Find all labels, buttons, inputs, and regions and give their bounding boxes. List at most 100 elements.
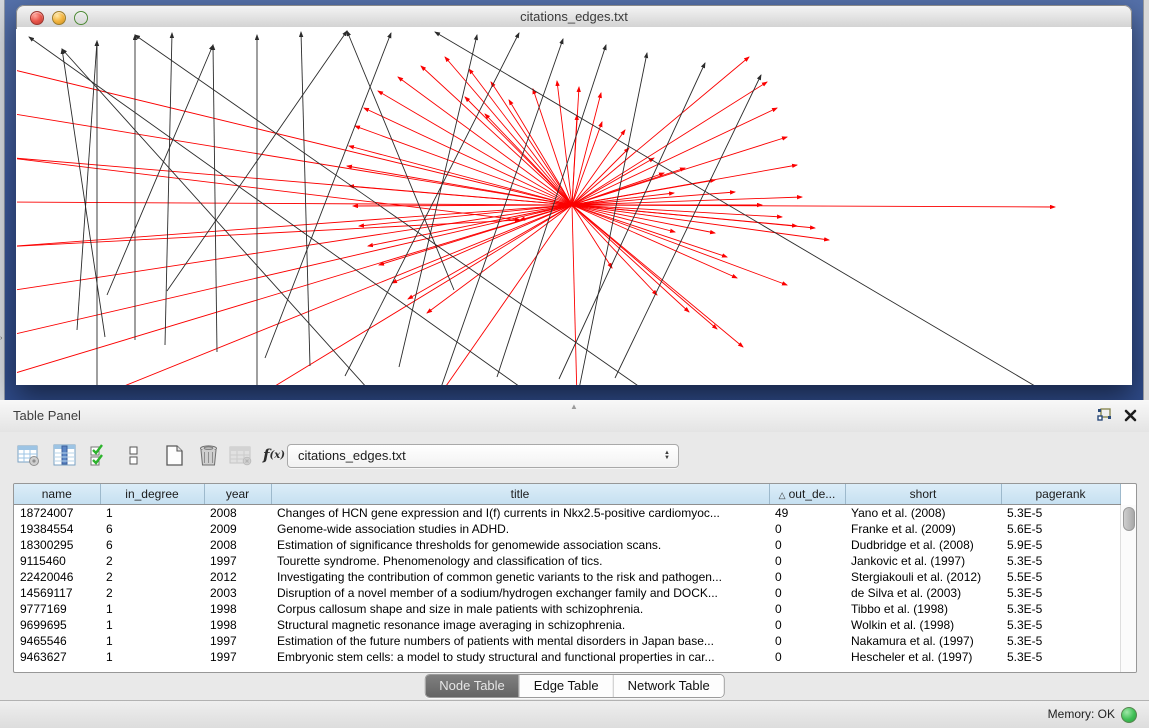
table-panel-header[interactable]: ▲ Table Panel xyxy=(0,400,1149,433)
table-cell[interactable]: 2 xyxy=(100,553,204,569)
float-panel-icon[interactable] xyxy=(1097,408,1112,427)
column-header[interactable]: in_degree xyxy=(100,484,204,505)
network-canvas[interactable] xyxy=(17,27,1131,385)
table-row[interactable]: 946362711997Embryonic stem cells: a mode… xyxy=(14,649,1120,665)
table-cell[interactable]: Corpus callosum shape and size in male p… xyxy=(271,601,769,617)
table-cell[interactable]: Structural magnetic resonance image aver… xyxy=(271,617,769,633)
table-cell[interactable]: 1 xyxy=(100,601,204,617)
table-cell[interactable]: 5.6E-5 xyxy=(1001,521,1120,537)
table-settings-icon[interactable] xyxy=(16,443,40,467)
table-cell[interactable]: 9699695 xyxy=(14,617,100,633)
table-cell[interactable]: Tourette syndrome. Phenomenology and cla… xyxy=(271,553,769,569)
column-header[interactable]: year xyxy=(204,484,271,505)
table-cell[interactable]: Dudbridge et al. (2008) xyxy=(845,537,1001,553)
table-cell[interactable]: 0 xyxy=(769,633,845,649)
column-header[interactable]: title xyxy=(271,484,769,505)
table-cell[interactable]: 1 xyxy=(100,649,204,665)
table-cell[interactable]: Changes of HCN gene expression and I(f) … xyxy=(271,505,769,522)
table-row[interactable]: 1872400712008Changes of HCN gene express… xyxy=(14,505,1120,522)
table-row[interactable]: 1830029562008Estimation of significance … xyxy=(14,537,1120,553)
table-cell[interactable]: 1997 xyxy=(204,633,271,649)
table-row[interactable]: 1938455462009Genome-wide association stu… xyxy=(14,521,1120,537)
splitter-grip-icon[interactable]: ▲ xyxy=(570,402,578,411)
table-cell[interactable]: Nakamura et al. (1997) xyxy=(845,633,1001,649)
table-cell[interactable]: Stergiakouli et al. (2012) xyxy=(845,569,1001,585)
table-header-row[interactable]: namein_degreeyeartitle△out_de...shortpag… xyxy=(14,484,1120,505)
delete-table-trash-icon[interactable] xyxy=(196,443,220,467)
table-cell[interactable]: 14569117 xyxy=(14,585,100,601)
table-cell[interactable]: Genome-wide association studies in ADHD. xyxy=(271,521,769,537)
table-cell[interactable]: 19384554 xyxy=(14,521,100,537)
table-cell[interactable]: 18300295 xyxy=(14,537,100,553)
table-cell[interactable]: 9115460 xyxy=(14,553,100,569)
table-cell[interactable]: 5.3E-5 xyxy=(1001,505,1120,522)
table-cell[interactable]: 0 xyxy=(769,521,845,537)
table-cell[interactable]: 0 xyxy=(769,569,845,585)
table-cell[interactable]: Wolkin et al. (1998) xyxy=(845,617,1001,633)
table-cell[interactable]: 5.3E-5 xyxy=(1001,601,1120,617)
table-cell[interactable]: Estimation of significance thresholds fo… xyxy=(271,537,769,553)
unselect-all-icon[interactable] xyxy=(122,443,146,467)
table-cell[interactable]: Tibbo et al. (1998) xyxy=(845,601,1001,617)
table-cell[interactable]: 0 xyxy=(769,649,845,665)
table-cell[interactable]: 0 xyxy=(769,553,845,569)
tab-node-table[interactable]: Node Table xyxy=(425,675,519,697)
table-cell[interactable]: Hescheler et al. (1997) xyxy=(845,649,1001,665)
network-window-titlebar[interactable]: citations_edges.txt xyxy=(16,5,1132,29)
table-cell[interactable]: Estimation of the future numbers of pati… xyxy=(271,633,769,649)
table-selector-dropdown[interactable]: citations_edges.txt ▲▼ xyxy=(287,444,679,468)
table-scrollbar-thumb[interactable] xyxy=(1123,507,1135,531)
table-cell[interactable]: 2008 xyxy=(204,505,271,522)
column-settings-icon[interactable] xyxy=(52,443,76,467)
close-panel-icon[interactable] xyxy=(1124,409,1137,427)
table-cell[interactable]: 2012 xyxy=(204,569,271,585)
table-cell[interactable]: 5.5E-5 xyxy=(1001,569,1120,585)
table-cell[interactable]: 1998 xyxy=(204,601,271,617)
table-cell[interactable]: 5.3E-5 xyxy=(1001,553,1120,569)
select-all-checks-icon[interactable] xyxy=(88,443,112,467)
table-cell[interactable]: 5.3E-5 xyxy=(1001,617,1120,633)
table-cell[interactable]: Embryonic stem cells: a model to study s… xyxy=(271,649,769,665)
new-table-icon[interactable] xyxy=(162,443,186,467)
column-header[interactable]: name xyxy=(14,484,100,505)
table-row[interactable]: 946554611997Estimation of the future num… xyxy=(14,633,1120,649)
table-cell[interactable]: 1 xyxy=(100,617,204,633)
table-cell[interactable]: 0 xyxy=(769,537,845,553)
table-cell[interactable]: 6 xyxy=(100,521,204,537)
table-cell[interactable]: 0 xyxy=(769,585,845,601)
table-row[interactable]: 2242004622012Investigating the contribut… xyxy=(14,569,1120,585)
table-cell[interactable]: 9465546 xyxy=(14,633,100,649)
table-cell[interactable]: 0 xyxy=(769,601,845,617)
memory-status-indicator[interactable] xyxy=(1121,707,1137,723)
table-cell[interactable]: 6 xyxy=(100,537,204,553)
network-view-window[interactable]: citations_edges.txt xyxy=(16,5,1132,385)
table-row[interactable]: 1456911722003Disruption of a novel membe… xyxy=(14,585,1120,601)
table-cell[interactable]: 1998 xyxy=(204,617,271,633)
column-header[interactable]: short xyxy=(845,484,1001,505)
tab-network-table[interactable]: Network Table xyxy=(613,675,724,697)
function-builder-icon[interactable]: f(x) xyxy=(262,443,286,467)
column-header[interactable]: △out_de... xyxy=(769,484,845,505)
table-cell[interactable]: 5.3E-5 xyxy=(1001,649,1120,665)
table-cell[interactable]: 1 xyxy=(100,633,204,649)
table-cell[interactable]: 2 xyxy=(100,585,204,601)
table-cell[interactable]: 2008 xyxy=(204,537,271,553)
table-cell[interactable]: Investigating the contribution of common… xyxy=(271,569,769,585)
table-cell[interactable]: 18724007 xyxy=(14,505,100,522)
table-scrollbar[interactable] xyxy=(1120,505,1136,672)
table-cell[interactable]: Franke et al. (2009) xyxy=(845,521,1001,537)
table-cell[interactable]: 9777169 xyxy=(14,601,100,617)
table-row[interactable]: 911546021997Tourette syndrome. Phenomeno… xyxy=(14,553,1120,569)
table-cell[interactable]: de Silva et al. (2003) xyxy=(845,585,1001,601)
table-cell[interactable]: 5.9E-5 xyxy=(1001,537,1120,553)
table-cell[interactable]: Jankovic et al. (1997) xyxy=(845,553,1001,569)
table-cell[interactable]: 49 xyxy=(769,505,845,522)
table-cell[interactable]: 2003 xyxy=(204,585,271,601)
table-cell[interactable]: 9463627 xyxy=(14,649,100,665)
table-cell[interactable]: 2 xyxy=(100,569,204,585)
table-cell[interactable]: Disruption of a novel member of a sodium… xyxy=(271,585,769,601)
table-row[interactable]: 977716911998Corpus callosum shape and si… xyxy=(14,601,1120,617)
tab-edge-table[interactable]: Edge Table xyxy=(519,675,613,697)
table-row[interactable]: 969969511998Structural magnetic resonanc… xyxy=(14,617,1120,633)
table-cell[interactable]: 5.3E-5 xyxy=(1001,585,1120,601)
